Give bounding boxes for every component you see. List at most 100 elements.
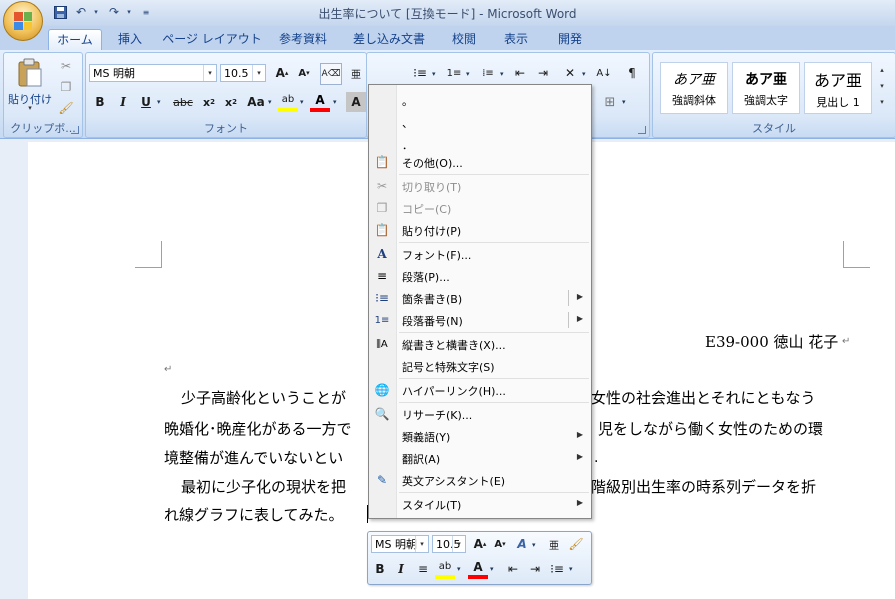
strikethrough-icon[interactable]: abc — [170, 92, 196, 112]
cut-icon[interactable]: ✂ — [56, 56, 76, 76]
tab-mailings[interactable]: 差し込み文書 — [344, 29, 434, 50]
sort-icon[interactable]: A↓ — [594, 63, 614, 83]
submenu-arrow-icon[interactable]: ▶ — [577, 314, 583, 323]
highlight-icon[interactable]: ab — [278, 91, 298, 112]
tab-review[interactable]: 校閲 — [444, 29, 484, 50]
paste-button[interactable]: 貼り付け ▾ — [8, 56, 52, 114]
font-color-icon[interactable]: A — [310, 91, 330, 112]
menu-item-symbol-ten[interactable]: 、 — [369, 111, 591, 133]
borders-dropdown-icon[interactable]: ▾ — [622, 98, 626, 106]
underline-dropdown-icon[interactable]: ▾ — [157, 98, 161, 106]
tab-references[interactable]: 参考資料 — [270, 29, 336, 50]
mini-decrease-indent-icon[interactable]: ⇤ — [503, 559, 523, 579]
mini-bullets-dropdown-icon[interactable]: ▾ — [569, 565, 573, 573]
tab-home[interactable]: ホーム — [48, 29, 102, 51]
tab-insert[interactable]: 挿入 — [108, 29, 152, 50]
menu-item-more-symbols[interactable]: 📋 その他(O)... — [369, 151, 591, 173]
clear-formatting-icon[interactable]: A⌫ — [320, 63, 342, 85]
mini-font-color-dropdown-icon[interactable]: ▾ — [490, 565, 494, 573]
style-emphasis-italic[interactable]: あア亜 強調斜体 — [660, 62, 728, 114]
mini-font-color-icon[interactable]: A — [468, 558, 488, 579]
submenu-arrow-icon[interactable]: ▶ — [577, 292, 583, 301]
asian-layout-dropdown-icon[interactable]: ▾ — [582, 70, 586, 78]
menu-item-numbering[interactable]: 1≡ 段落番号(N) ▶ — [369, 309, 591, 331]
menu-item-synonyms[interactable]: 類義語(Y) ▶ — [369, 425, 591, 447]
superscript-icon[interactable]: x2 — [221, 92, 241, 112]
underline-icon[interactable]: U — [136, 92, 156, 112]
office-button[interactable] — [3, 1, 43, 41]
mini-styles-icon[interactable]: A — [512, 534, 532, 554]
subscript-icon[interactable]: x2 — [199, 92, 219, 112]
font-size-dropdown-icon[interactable]: ▾ — [252, 65, 265, 81]
character-shading-icon[interactable]: A — [346, 92, 366, 112]
menu-item-bullets[interactable]: ⁝≡ 箇条書き(B) ▶ — [369, 287, 591, 309]
menu-item-paste[interactable]: 📋 貼り付け(P) — [369, 219, 591, 241]
mini-font-size-dropdown-icon[interactable]: ▾ — [452, 536, 465, 552]
highlight-dropdown-icon[interactable]: ▾ — [300, 98, 304, 106]
menu-item-hyperlink[interactable]: 🌐 ハイパーリンク(H)... — [369, 379, 591, 401]
italic-icon[interactable]: I — [113, 92, 133, 112]
mini-bullets-icon[interactable]: ⁝≡ — [547, 559, 567, 579]
style-heading-1[interactable]: あア亜 見出し 1 — [804, 62, 872, 114]
bold-icon[interactable]: B — [90, 92, 110, 112]
mini-italic-icon[interactable]: I — [391, 559, 411, 579]
mini-highlight-dropdown-icon[interactable]: ▾ — [457, 565, 461, 573]
mini-phonetic-icon[interactable]: 亜 — [544, 534, 564, 554]
change-case-icon[interactable]: Aa — [244, 92, 268, 112]
mini-shrink-font-icon[interactable]: A ▾ — [490, 534, 510, 554]
menu-item-translate[interactable]: 翻訳(A) ▶ — [369, 447, 591, 469]
font-color-dropdown-icon[interactable]: ▾ — [333, 98, 337, 106]
menu-item-styles[interactable]: スタイル(T) ▶ — [369, 493, 591, 515]
show-marks-icon[interactable]: ¶ — [622, 63, 642, 83]
decrease-indent-icon[interactable]: ⇤ — [510, 63, 530, 83]
multilevel-list-icon[interactable]: ⁞≡ — [478, 63, 498, 83]
copy-icon[interactable]: ❐ — [56, 77, 76, 97]
change-case-dropdown-icon[interactable]: ▾ — [268, 98, 272, 106]
bullets-ribbon-icon[interactable]: ⁝≡ — [410, 63, 430, 83]
mini-font-name-dropdown-icon[interactable]: ▾ — [415, 536, 428, 552]
mini-increase-indent-icon[interactable]: ⇥ — [525, 559, 545, 579]
mini-font-name-combo[interactable]: MS 明朝 ▾ — [371, 535, 429, 553]
font-name-dropdown-icon[interactable]: ▾ — [203, 65, 216, 81]
menu-item-research[interactable]: 🔍 リサーチ(K)... — [369, 403, 591, 425]
menu-item-text-direction[interactable]: ⫼A 縦書きと横書き(X)... — [369, 333, 591, 355]
grow-font-icon[interactable]: A ▴ — [272, 63, 292, 83]
font-name-combo[interactable]: MS 明朝 ▾ — [89, 64, 217, 82]
multilevel-dropdown-icon[interactable]: ▾ — [500, 70, 504, 78]
shrink-font-icon[interactable]: A ▾ — [294, 63, 314, 83]
tab-developer[interactable]: 開発 — [548, 29, 592, 50]
submenu-arrow-icon[interactable]: ▶ — [577, 452, 583, 461]
clipboard-launcher-icon[interactable] — [71, 126, 79, 134]
mini-font-size-combo[interactable]: 10.5 ▾ — [432, 535, 466, 553]
submenu-arrow-icon[interactable]: ▶ — [577, 430, 583, 439]
mini-highlight-icon[interactable]: ab — [435, 558, 455, 579]
numbering-ribbon-icon[interactable]: 1≡ — [444, 63, 464, 83]
mini-styles-dropdown-icon[interactable]: ▾ — [532, 541, 536, 549]
menu-item-copy[interactable]: ❐ コピー(C) — [369, 197, 591, 219]
styles-scroll[interactable]: ▴ ▾ ▾ — [876, 62, 888, 112]
mini-center-icon[interactable]: ≡ — [413, 559, 433, 579]
menu-item-font[interactable]: A フォント(F)... — [369, 243, 591, 265]
menu-item-symbol-maru[interactable]: 。 — [369, 89, 591, 111]
format-painter-icon[interactable]: 🖌 — [56, 98, 76, 118]
menu-item-paragraph[interactable]: ≡ 段落(P)... — [369, 265, 591, 287]
borders-icon[interactable]: ⊞ — [600, 92, 620, 112]
menu-item-symbols[interactable]: 記号と特殊文字(S) — [369, 355, 591, 377]
asian-layout-icon[interactable]: ✕ — [560, 63, 580, 83]
menu-item-cut[interactable]: ✂ 切り取り(T) — [369, 175, 591, 197]
font-size-combo[interactable]: 10.5 ▾ — [220, 64, 266, 82]
menu-item-english-assistant[interactable]: ✎ 英文アシスタント(E) — [369, 469, 591, 491]
phonetic-guide-icon[interactable]: 亜 — [346, 63, 366, 83]
mini-grow-font-icon[interactable]: A ▴ — [470, 534, 490, 554]
submenu-arrow-icon[interactable]: ▶ — [577, 498, 583, 507]
crop-mark-right — [843, 241, 870, 268]
numbering-dropdown-icon[interactable]: ▾ — [466, 70, 470, 78]
bullets-dropdown-icon[interactable]: ▾ — [432, 70, 436, 78]
paragraph-launcher-icon[interactable] — [638, 126, 646, 134]
tab-page-layout[interactable]: ページ レイアウト — [162, 29, 262, 50]
mini-format-painter-icon[interactable]: 🖌 — [566, 534, 586, 554]
mini-bold-icon[interactable]: B — [370, 559, 390, 579]
tab-view[interactable]: 表示 — [496, 29, 536, 50]
increase-indent-icon[interactable]: ⇥ — [533, 63, 553, 83]
style-emphasis-bold[interactable]: あア亜 強調太字 — [732, 62, 800, 114]
